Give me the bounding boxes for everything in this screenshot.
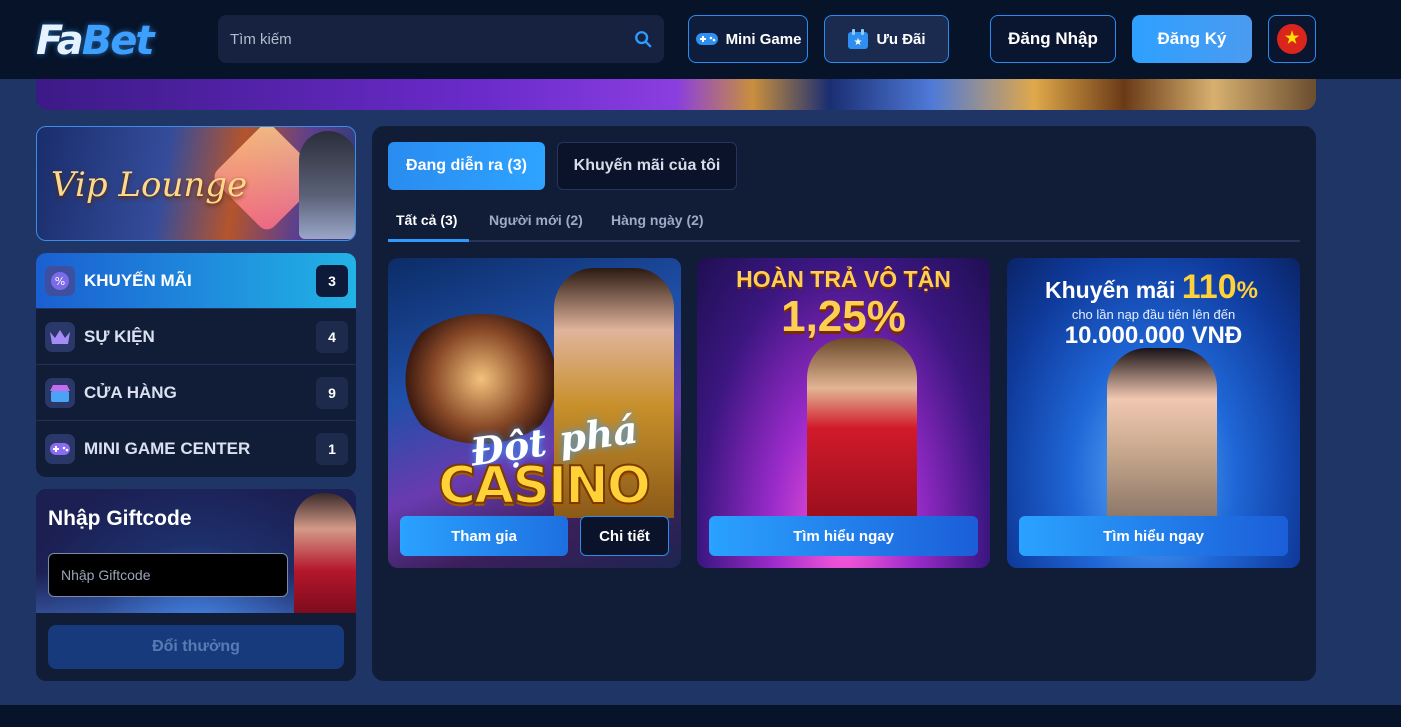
- vip-lounge-banner[interactable]: Vip Lounge: [36, 126, 356, 241]
- fabet-logo[interactable]: FaBet: [36, 18, 155, 64]
- hero-banner[interactable]: [36, 79, 1316, 110]
- detail-button[interactable]: Chi tiết: [580, 516, 669, 556]
- giftcode-title: Nhập Giftcode: [48, 507, 192, 530]
- tab-ongoing[interactable]: Đang diễn ra (3): [388, 142, 545, 190]
- promo-card-cashback: HOÀN TRẢ VÔ TẬN 1,25% Tìm hiểu ngay: [697, 258, 990, 568]
- percent-icon: %: [45, 265, 75, 296]
- promo-banner-amount: 10.000.000 VNĐ: [1064, 322, 1243, 349]
- subtab-all[interactable]: Tất cả (3): [396, 212, 457, 228]
- sidebar-item-count: 1: [316, 433, 348, 465]
- subtab-bar: Tất cả (3) Người mới (2) Hàng ngày (2): [388, 202, 1300, 242]
- promo-banner-value: 110: [1181, 268, 1237, 306]
- player-illustration: [807, 338, 917, 518]
- sidebar-item-label: CỬA HÀNG: [84, 382, 177, 402]
- sidebar-item-label: KHUYẾN MÃI: [84, 270, 192, 290]
- sidebar-menu: % KHUYẾN MÃI 3 SỰ KIỆN 4 CỬA HÀNG 9 MINI…: [36, 253, 356, 477]
- promo-banner-line2: CASINO: [437, 455, 652, 517]
- shop-icon: [45, 377, 75, 408]
- promo-banner-unit: %: [1236, 277, 1258, 304]
- login-button[interactable]: Đăng Nhập: [990, 15, 1116, 63]
- header: FaBet Mini Game ★ Ưu Đãi Đăng Nhập Đăng …: [0, 0, 1401, 79]
- promo-banner-prefix: Khuyến mãi: [1045, 277, 1176, 303]
- register-button[interactable]: Đăng Ký: [1132, 15, 1252, 63]
- sidebar-item-su-kien[interactable]: SỰ KIỆN 4: [36, 309, 356, 365]
- giftcode-panel: Nhập Giftcode Đổi thưởng: [36, 489, 356, 681]
- active-subtab-underline: [388, 239, 469, 242]
- svg-text:★: ★: [854, 37, 863, 48]
- tab-my-promotions[interactable]: Khuyến mãi của tôi: [557, 142, 737, 190]
- giftcode-input[interactable]: [48, 553, 288, 597]
- subtab-daily[interactable]: Hàng ngày (2): [611, 212, 704, 228]
- sidebar-item-khuyen-mai[interactable]: % KHUYẾN MÃI 3: [36, 253, 356, 309]
- mini-game-label: Mini Game: [725, 30, 802, 48]
- vip-man-illustration: [299, 131, 355, 239]
- sidebar-item-count: 3: [316, 265, 348, 297]
- learn-more-button[interactable]: Tìm hiểu ngay: [709, 516, 978, 556]
- logo-part-1: Fa: [36, 18, 84, 64]
- redeem-button[interactable]: Đổi thưởng: [48, 625, 344, 669]
- mini-game-button[interactable]: Mini Game: [688, 15, 808, 63]
- svg-text:%: %: [55, 275, 65, 288]
- promo-card-casino: Đột phá CASINO Tham gia Chi tiết: [388, 258, 681, 568]
- giftcode-model-illustration: [294, 493, 356, 613]
- search-input[interactable]: [218, 15, 618, 63]
- gamepad-icon: [45, 434, 75, 464]
- login-label: Đăng Nhập: [1008, 29, 1098, 48]
- promo-banner-title: Khuyến mãi 110%: [1045, 268, 1258, 307]
- search-box: [218, 15, 664, 63]
- subtab-new-users[interactable]: Người mới (2): [489, 212, 583, 228]
- sidebar-item-mini-game-center[interactable]: MINI GAME CENTER 1: [36, 421, 356, 477]
- learn-more-button[interactable]: Tìm hiểu ngay: [1019, 516, 1288, 556]
- promo-banner-line1: HOÀN TRẢ VÔ TẬN: [736, 266, 951, 292]
- sidebar-item-label: MINI GAME CENTER: [84, 439, 251, 458]
- sidebar-item-count: 9: [316, 377, 348, 409]
- promo-banner-line2: 1,25%: [781, 292, 906, 341]
- crown-icon: [45, 321, 75, 352]
- flag-star: ★: [1284, 30, 1300, 47]
- sidebar-item-cua-hang[interactable]: CỬA HÀNG 9: [36, 365, 356, 421]
- vip-lounge-title: Vip Lounge: [51, 165, 248, 205]
- model-illustration: [1107, 348, 1217, 518]
- sidebar-item-count: 4: [316, 321, 348, 353]
- sidebar-item-label: SỰ KIỆN: [84, 326, 155, 346]
- join-button[interactable]: Tham gia: [400, 516, 568, 556]
- promo-card-first-deposit: Khuyến mãi 110% cho lần nạp đầu tiên lên…: [1007, 258, 1300, 568]
- logo-part-2: Bet: [81, 18, 155, 64]
- gamepad-icon: [695, 33, 718, 45]
- register-label: Đăng Ký: [1157, 29, 1227, 48]
- search-icon[interactable]: [634, 30, 652, 48]
- uu-dai-button[interactable]: ★ Ưu Đãi: [824, 15, 949, 63]
- footer: [0, 705, 1401, 727]
- promo-banner-sub: cho lần nạp đầu tiên lên đến: [1071, 307, 1236, 322]
- uu-dai-label: Ưu Đãi: [876, 30, 926, 48]
- language-button[interactable]: ★: [1268, 15, 1316, 63]
- vietnam-flag-icon: ★: [1277, 24, 1307, 54]
- gift-calendar-icon: ★: [848, 29, 869, 49]
- promotions-panel: Đang diễn ra (3) Khuyến mãi của tôi Tất …: [372, 126, 1316, 681]
